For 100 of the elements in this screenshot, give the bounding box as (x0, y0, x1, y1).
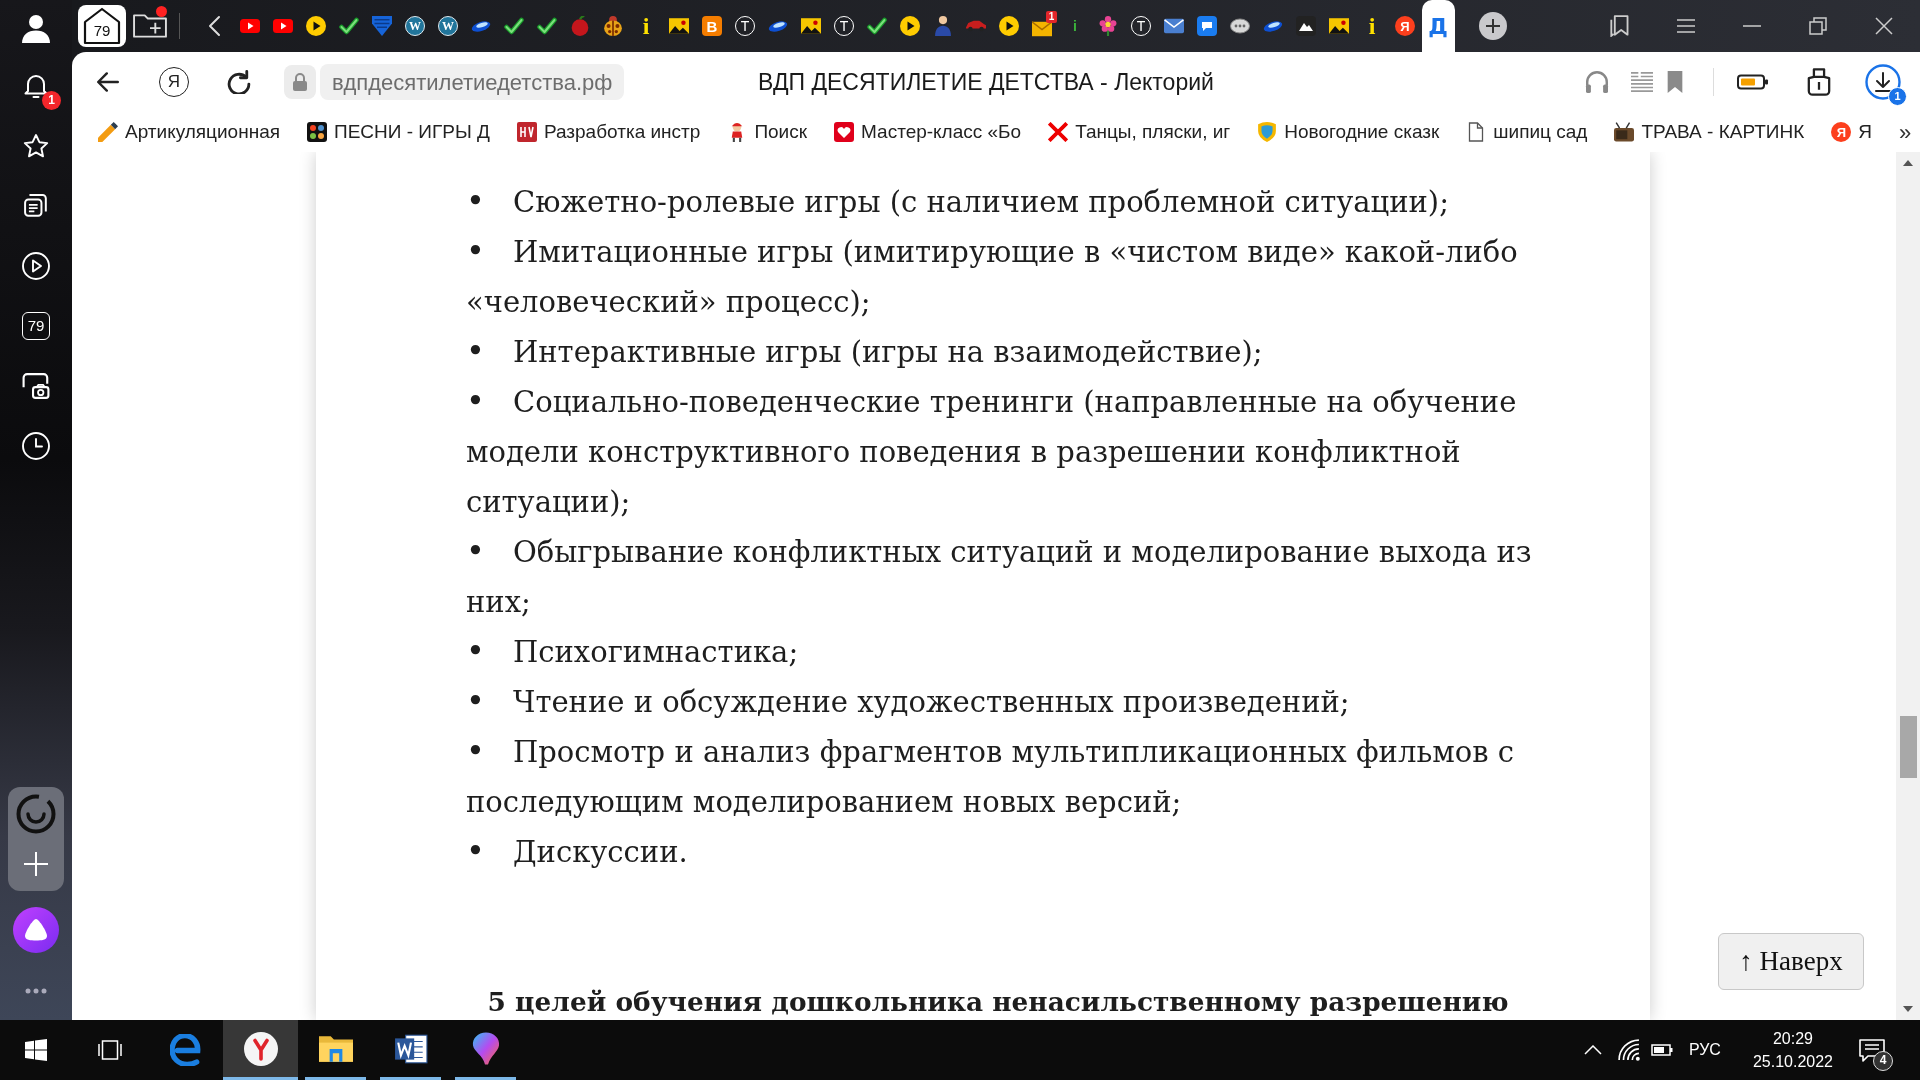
browser-tab[interactable]: Я (1388, 0, 1422, 52)
bookmark-link[interactable]: шипиц сад (1466, 117, 1588, 147)
tabs-counter[interactable]: 79 (22, 312, 50, 340)
list-item: • Имитационные игры (имитирующие в «чистом виде» какой-либо «человеческий» процесс); (466, 231, 1519, 321)
list-item: • Психогимнастика; (466, 631, 800, 672)
envelope-icon (1032, 18, 1052, 39)
start-menu-icon[interactable] (25, 1039, 47, 1061)
browser-tab[interactable]: i (1355, 0, 1389, 52)
menu-icon[interactable] (1677, 19, 1695, 33)
battery-icon[interactable] (1737, 74, 1769, 90)
address-field[interactable]: вдпдесятилетиедетства.рф (320, 64, 625, 100)
check-icon (867, 16, 887, 36)
reader-icon[interactable] (1631, 71, 1653, 93)
droplet-icon (471, 1031, 500, 1066)
circle-letter-icon: Я (1831, 122, 1852, 142)
browser-tab[interactable]: 1 (1025, 0, 1059, 52)
folder-add-icon[interactable] (133, 11, 167, 41)
bookmark-link[interactable]: Я Я (1831, 117, 1873, 147)
browser-tab[interactable]: i (1058, 0, 1092, 52)
plus-icon[interactable] (24, 852, 48, 876)
bookmark-link[interactable]: Новогодние сказк (1257, 117, 1440, 147)
browser-tab[interactable]: T (1124, 0, 1158, 52)
task-view-icon[interactable] (96, 1040, 124, 1060)
bookmark-link[interactable]: ПЕСНИ - ИГРЫ Д (307, 117, 490, 147)
check-icon (339, 16, 359, 36)
notifications-icon[interactable] (1859, 1038, 1885, 1063)
restore-icon[interactable] (1809, 17, 1827, 35)
letter-icon: i (640, 16, 652, 36)
scroll-down-icon[interactable] (1903, 1006, 1913, 1012)
more-icon[interactable] (25, 988, 47, 994)
bookmark-link[interactable]: Артикуляционная (98, 117, 281, 147)
bookmark-icon[interactable] (1667, 71, 1683, 93)
close-icon[interactable] (1875, 17, 1893, 35)
collections-icon[interactable] (1610, 15, 1630, 37)
mountain-icon (1296, 16, 1316, 36)
letter-icon: i (1071, 16, 1079, 36)
back-to-top-button[interactable]: ↑ Наверх (1718, 933, 1864, 990)
browser-tab[interactable]: W (431, 0, 465, 52)
more-bookmarks-button[interactable]: » (1899, 115, 1912, 149)
folder-icon (318, 1034, 353, 1063)
language-indicator[interactable]: РУС (1688, 1038, 1721, 1062)
browser-tab[interactable]: W (398, 0, 432, 52)
bell-icon[interactable] (24, 73, 48, 99)
bookmark-link[interactable]: ТРАВА - КАРТИНК (1614, 117, 1805, 147)
chevron-up-icon[interactable] (1583, 1045, 1602, 1055)
browser-tab[interactable]: Д (1421, 0, 1455, 52)
taskbar-button[interactable] (223, 1020, 298, 1080)
list-item: • Социально-поведенческие тренинги (направленные на обучение модели конструктивного поведения в разрешении конфликтной ситуации); (466, 381, 1518, 521)
list-item: • Интерактивные игры (игры на взаимодействие); (466, 331, 1264, 372)
list-item: • Чтение и обсуждение художественных произведений; (466, 681, 1351, 722)
browser-tab[interactable]: i (629, 0, 663, 52)
headphones-icon[interactable] (1585, 71, 1609, 93)
ladybug-icon (603, 16, 623, 36)
reload-icon[interactable] (227, 70, 251, 94)
envelope-icon (1164, 16, 1184, 36)
browser-tab[interactable]: T (728, 0, 762, 52)
oval-icon (1230, 16, 1250, 36)
person-icon (933, 16, 953, 36)
scroll-thumb[interactable] (1899, 716, 1917, 778)
scrollbar[interactable] (1896, 152, 1920, 1020)
battery-icon[interactable] (1650, 1044, 1673, 1056)
smile-ring-icon[interactable] (16, 794, 56, 834)
tabs-button[interactable]: 79 (78, 5, 126, 47)
notification-dot-icon (156, 6, 167, 17)
check-icon (504, 16, 524, 36)
four-dots-icon (307, 122, 328, 142)
browser-tab[interactable]: T (827, 0, 861, 52)
bookmark-link[interactable]: Поиск (727, 117, 808, 147)
bookmark-link[interactable]: Разработка инстр (516, 117, 701, 147)
downloads-badge: 1 (1888, 87, 1907, 106)
letter-icon: i (1366, 16, 1378, 36)
site-info-button[interactable] (284, 65, 316, 99)
play-circle-icon[interactable] (22, 252, 50, 280)
notes-icon[interactable] (24, 194, 48, 218)
shield-icon (1257, 122, 1278, 142)
back-arrow-icon[interactable] (97, 72, 119, 92)
scroll-up-icon[interactable] (1903, 160, 1913, 166)
network-icon[interactable] (1617, 1039, 1640, 1061)
screenshot-icon[interactable] (22, 373, 50, 399)
picture-icon (669, 16, 689, 36)
clock-icon[interactable] (22, 432, 50, 460)
new-tab-icon[interactable] (1479, 12, 1507, 40)
clock-date[interactable]: 25.10.2022 (1752, 1050, 1833, 1073)
star-icon[interactable] (23, 133, 49, 159)
bookmark-link[interactable]: Мастер-класс «Бо (834, 117, 1022, 147)
tv-icon (1614, 122, 1635, 142)
video-play-icon (273, 16, 293, 36)
padlock-icon[interactable] (1807, 68, 1831, 96)
clock-time[interactable]: 20:29 (1752, 1027, 1833, 1050)
avatar-icon[interactable] (22, 13, 50, 43)
bookmark-link[interactable]: Танцы, пляски, иг (1048, 117, 1231, 147)
download-icon[interactable] (1865, 64, 1901, 100)
lock-icon (292, 73, 308, 91)
page-title: ВДП ДЕСЯТИЛЕТИЕ ДЕТСТВА - Лекторий (758, 67, 1214, 97)
apple-icon (570, 16, 590, 36)
check-icon (537, 16, 557, 36)
cross-icon (1048, 122, 1069, 142)
picture-icon (1329, 16, 1349, 36)
assistant-icon[interactable] (13, 907, 59, 953)
circle-letter-icon: W (438, 16, 458, 36)
